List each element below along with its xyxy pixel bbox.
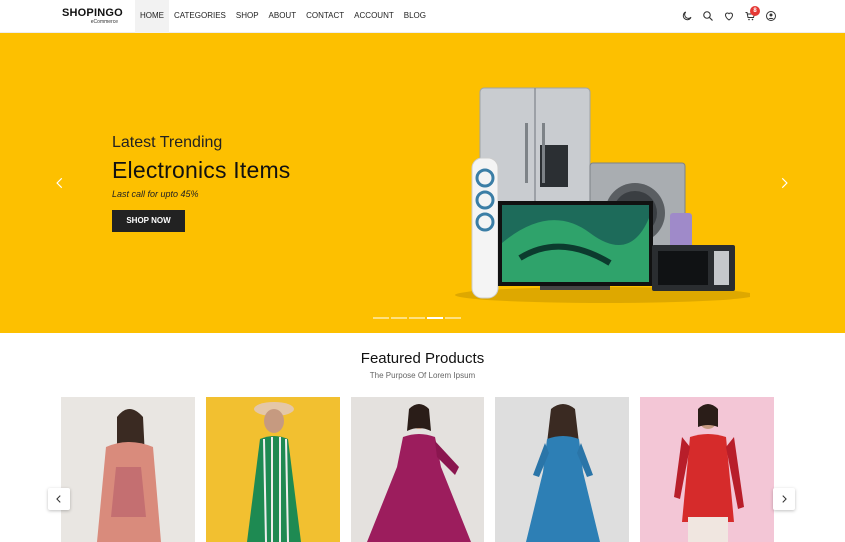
product-image-blue-dress bbox=[495, 397, 630, 542]
logo-name: SHOPINGO bbox=[62, 7, 123, 19]
logo-tagline: eCommerce bbox=[90, 19, 118, 25]
product-card[interactable] bbox=[61, 397, 195, 542]
hero-next-arrow-icon[interactable] bbox=[777, 176, 791, 190]
nav-categories[interactable]: CATEGORIES bbox=[169, 0, 231, 33]
nav-contact[interactable]: CONTACT bbox=[301, 0, 349, 33]
product-image-green-dress bbox=[205, 397, 340, 542]
slide-dot-4[interactable] bbox=[427, 317, 443, 319]
products-prev-arrow-icon[interactable] bbox=[48, 488, 70, 510]
products-next-arrow-icon[interactable] bbox=[773, 488, 795, 510]
main-nav: HOME CATEGORIES SHOP ABOUT CONTACT ACCOU… bbox=[135, 0, 431, 33]
product-image-magenta-kurta bbox=[350, 397, 485, 542]
featured-subtitle: The Purpose Of Lorem Ipsum bbox=[369, 371, 476, 380]
hero-subtitle: Last call for upto 45% bbox=[112, 189, 199, 199]
appliances-image bbox=[455, 87, 750, 303]
slide-dot-5[interactable] bbox=[445, 317, 461, 319]
heart-icon[interactable] bbox=[718, 7, 739, 25]
nav-account[interactable]: ACCOUNT bbox=[349, 0, 399, 33]
product-card[interactable] bbox=[495, 397, 630, 542]
search-icon[interactable] bbox=[697, 7, 718, 25]
product-card[interactable] bbox=[350, 397, 485, 542]
hero-prev-arrow-icon[interactable] bbox=[53, 176, 67, 190]
moon-icon[interactable] bbox=[676, 7, 697, 25]
nav-about[interactable]: ABOUT bbox=[264, 0, 302, 33]
slide-dot-3[interactable] bbox=[409, 317, 425, 319]
nav-blog[interactable]: BLOG bbox=[399, 0, 431, 33]
shop-now-button[interactable]: SHOP NOW bbox=[112, 210, 185, 232]
site-header: SHOPINGO eCommerce HOME CATEGORIES SHOP … bbox=[0, 0, 845, 33]
cart-icon[interactable]: 8 bbox=[739, 6, 760, 25]
header-actions: 8 bbox=[676, 6, 781, 25]
product-image-floral-kurta bbox=[61, 397, 195, 542]
featured-carousel bbox=[61, 397, 785, 542]
hero-eyebrow: Latest Trending bbox=[112, 134, 223, 151]
user-icon[interactable] bbox=[760, 7, 781, 25]
nav-home[interactable]: HOME bbox=[135, 0, 169, 33]
nav-shop[interactable]: SHOP bbox=[231, 0, 264, 33]
hero-banner: Latest Trending Electronics Items Last c… bbox=[0, 33, 845, 333]
product-card[interactable] bbox=[205, 397, 340, 542]
hero-title: Electronics Items bbox=[112, 157, 291, 183]
slide-dot-1[interactable] bbox=[373, 317, 389, 319]
cart-count-badge: 8 bbox=[750, 6, 760, 16]
hero-pagination bbox=[373, 317, 463, 319]
logo[interactable]: SHOPINGO eCommerce bbox=[62, 7, 123, 27]
slide-dot-2[interactable] bbox=[391, 317, 407, 319]
product-card[interactable] bbox=[640, 397, 774, 542]
product-image-red-salwar bbox=[640, 397, 774, 542]
featured-title: Featured Products bbox=[360, 350, 485, 367]
